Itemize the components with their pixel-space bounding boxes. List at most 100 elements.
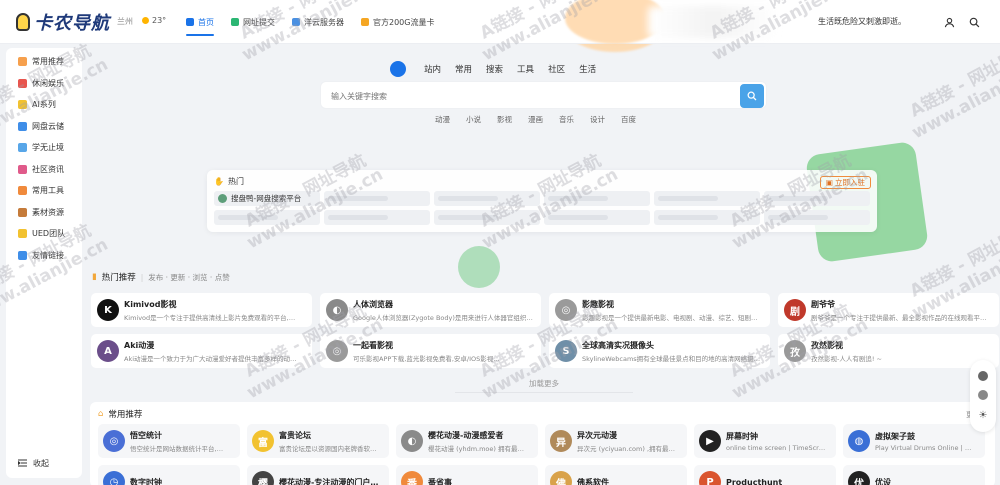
hot-item-label: 搜盘鸭-网盘搜索平台 [231, 194, 302, 203]
site-icon: S [555, 340, 577, 362]
sidebar-icon [18, 100, 27, 110]
site-card[interactable]: S 全球高清实况摄像头 SkylineWebcams拥有全球最佳景点和目的地的高清网… [549, 334, 770, 368]
search-engine-icon[interactable] [390, 61, 406, 77]
search-sub-tab[interactable]: 百度 [621, 114, 636, 125]
submit-site-button[interactable]: ▣ 立即入驻 [819, 176, 871, 189]
sidebar-item-label: 社区资讯 [32, 164, 64, 174]
theme-icon[interactable] [978, 390, 988, 401]
nav-item[interactable]: 网址提交 [231, 0, 275, 44]
site-card[interactable]: 富富贵论坛 富贵论坛是以资源国内老牌香软件… [247, 424, 389, 458]
site-desc: 悟空统计是网站数据统计平台,… [130, 444, 224, 453]
site-card[interactable]: A Aki动漫 Aki动漫是一个致力于为广大动漫爱好者提供丰富多样的动… [91, 334, 312, 368]
site-card[interactable]: 樱樱花动漫-专注动漫的门户… [247, 465, 389, 485]
search-button[interactable] [740, 84, 764, 108]
nav-item[interactable]: 官方200G流量卡 [361, 0, 434, 44]
search-sub-tab[interactable]: 影视 [497, 114, 512, 125]
hot-item[interactable] [654, 191, 760, 206]
temperature: 23° [152, 16, 167, 25]
hot-item-placeholder [768, 196, 828, 201]
sidebar-item[interactable]: UED团队 [6, 223, 82, 245]
common-section: ⌂ 常用推荐 更多 ◎悟空统计悟空统计是网站数据统计平台,…富富贵论坛富贵论坛是… [90, 402, 995, 485]
hot-item[interactable] [434, 191, 540, 206]
site-card[interactable]: ◎ 影趣影视 影趣影视是一个提供最新电影、电视剧、动漫、综艺、短剧… [549, 293, 770, 327]
site-card[interactable]: 番番省事 [396, 465, 538, 485]
hot-item[interactable] [214, 210, 320, 225]
sidebar-item[interactable]: 网盘云储 [6, 116, 82, 138]
site-card[interactable]: P Producthunt [694, 465, 836, 485]
search-tab[interactable]: 生活 [579, 63, 596, 75]
site-text: Aki动漫 Aki动漫是一个致力于为广大动漫爱好者提供丰富多样的动… [124, 340, 304, 363]
site-name: 数字时钟 [130, 477, 162, 485]
load-more-button[interactable]: 加载更多 [455, 378, 633, 393]
hot-item[interactable] [654, 210, 760, 225]
hot-item[interactable] [324, 191, 430, 206]
nav-item[interactable]: 首页 [186, 0, 214, 44]
hot-item[interactable] [434, 210, 540, 225]
site-card[interactable]: ▶ 屏幕时钟 online time screen | TimeScreen… [694, 424, 836, 458]
hot-item-placeholder [328, 215, 388, 220]
site-text: 富贵论坛 富贵论坛是以资源国内老牌香软件… [279, 430, 379, 453]
sidebar-item[interactable]: 素材资源 [6, 202, 82, 224]
hot-item-placeholder [768, 215, 828, 220]
hot-item[interactable] [764, 210, 870, 225]
site-card[interactable]: ◷ 数字时钟 [98, 465, 240, 485]
search-tab[interactable]: 社区 [548, 63, 565, 75]
search-tab[interactable]: 站内 [424, 63, 441, 75]
site-icon: 优 [848, 471, 870, 485]
hot-item-placeholder [658, 196, 718, 201]
site-card[interactable]: 孜孜然影视 孜然影视-人人有剧追! ~ [778, 334, 999, 368]
site-card[interactable]: ◎ 一起看影视 可乐影视APP下载,蓝光影视免费看,安卓/IOS影视… [320, 334, 541, 368]
promo-banner[interactable] [648, 6, 778, 38]
nav-item[interactable]: 洋云服务器 [292, 0, 344, 44]
site-text: 数字时钟 [130, 477, 162, 485]
site-card[interactable]: ◍ 虚拟架子鼓 Play Virtual Drums Online | Virtu… [843, 424, 985, 458]
watermark: A链接 - 网址导航www.alianjie.cn [899, 37, 1000, 144]
site-card[interactable]: 剧剧爷爷 剧爷爷是一个专注于提供最新、最全影视作品的在线观看平… [778, 293, 999, 327]
hot-item[interactable] [764, 191, 870, 206]
hot-item[interactable] [544, 191, 650, 206]
site-card[interactable]: ◐ 樱花动漫-动漫感爱者 樱花动漫 (yhdm.moe) 拥有最… [396, 424, 538, 458]
site-text: 番省事 [428, 477, 452, 485]
common-cards: ◎ 悟空统计 悟空统计是网站数据统计平台,… 富富贵论坛 富贵论坛是以资源国内老牌香软件… [98, 424, 985, 485]
search-tab[interactable]: 工具 [517, 63, 534, 75]
sidebar-item[interactable]: AI系列 [6, 94, 82, 116]
sidebar-item[interactable]: 休闲娱乐 [6, 73, 82, 95]
collapse-button[interactable]: 收起 [6, 452, 82, 474]
search-sub-tab[interactable]: 动漫 [435, 114, 450, 125]
search-sub-tab[interactable]: 小说 [466, 114, 481, 125]
site-card[interactable]: 佛佛系软件 [545, 465, 687, 485]
chat-icon[interactable] [978, 370, 988, 381]
sidebar-item[interactable]: 常用推荐 [6, 51, 82, 73]
site-text: 剧爷爷 剧爷爷是一个专注于提供最新、最全影视作品的在线观看平… [811, 299, 991, 322]
search-sub-tab[interactable]: 设计 [590, 114, 605, 125]
sidebar-item[interactable]: 常用工具 [6, 180, 82, 202]
search-input[interactable] [331, 82, 731, 110]
submit-icon: ▣ [825, 178, 833, 187]
user-icon[interactable] [941, 14, 957, 30]
site-card[interactable]: ◎ 悟空统计 悟空统计是网站数据统计平台,… [98, 424, 240, 458]
site-name: 悟空统计 [130, 430, 162, 440]
site-card[interactable]: ◐ 人体浏览器 Google人体浏览器(Zygote Body)是用来进行人体器官组… [320, 293, 541, 327]
sidebar-item[interactable]: 友情链接 [6, 245, 82, 267]
site-card[interactable]: K Kimivod影视 Kimivod是一个专注于提供高清线上影片免费观看的平台,… [91, 293, 312, 327]
search-tab[interactable]: 常用 [455, 63, 472, 75]
site-card[interactable]: 异异次元动漫 异次元 (yciyuan.com) ,拥有最… [545, 424, 687, 458]
site-icon: 剧 [784, 299, 806, 321]
collapse-label: 收起 [33, 458, 49, 468]
hot-item[interactable] [544, 210, 650, 225]
hot-item[interactable]: 搜盘鸭-网盘搜索平台 [214, 191, 320, 206]
watermark-line: www.alianjie.cn [908, 54, 1000, 144]
hot-item[interactable] [324, 210, 430, 225]
sun-icon[interactable]: ☀ [979, 410, 988, 421]
search-icon[interactable] [966, 14, 982, 30]
site-icon: ◐ [326, 299, 348, 321]
search-sub-tab[interactable]: 音乐 [559, 114, 574, 125]
site-logo[interactable]: 卡农导航 [16, 8, 110, 36]
sidebar-item[interactable]: 社区资讯 [6, 159, 82, 181]
site-card[interactable]: 优优设 [843, 465, 985, 485]
site-desc: 可乐影视APP下载,蓝光影视免费看,安卓/IOS影视… [353, 354, 500, 363]
search-tab[interactable]: 搜索 [486, 63, 503, 75]
sidebar-item[interactable]: 学无止境 [6, 137, 82, 159]
site-name: 佛系软件 [577, 477, 609, 485]
search-sub-tab[interactable]: 漫画 [528, 114, 543, 125]
